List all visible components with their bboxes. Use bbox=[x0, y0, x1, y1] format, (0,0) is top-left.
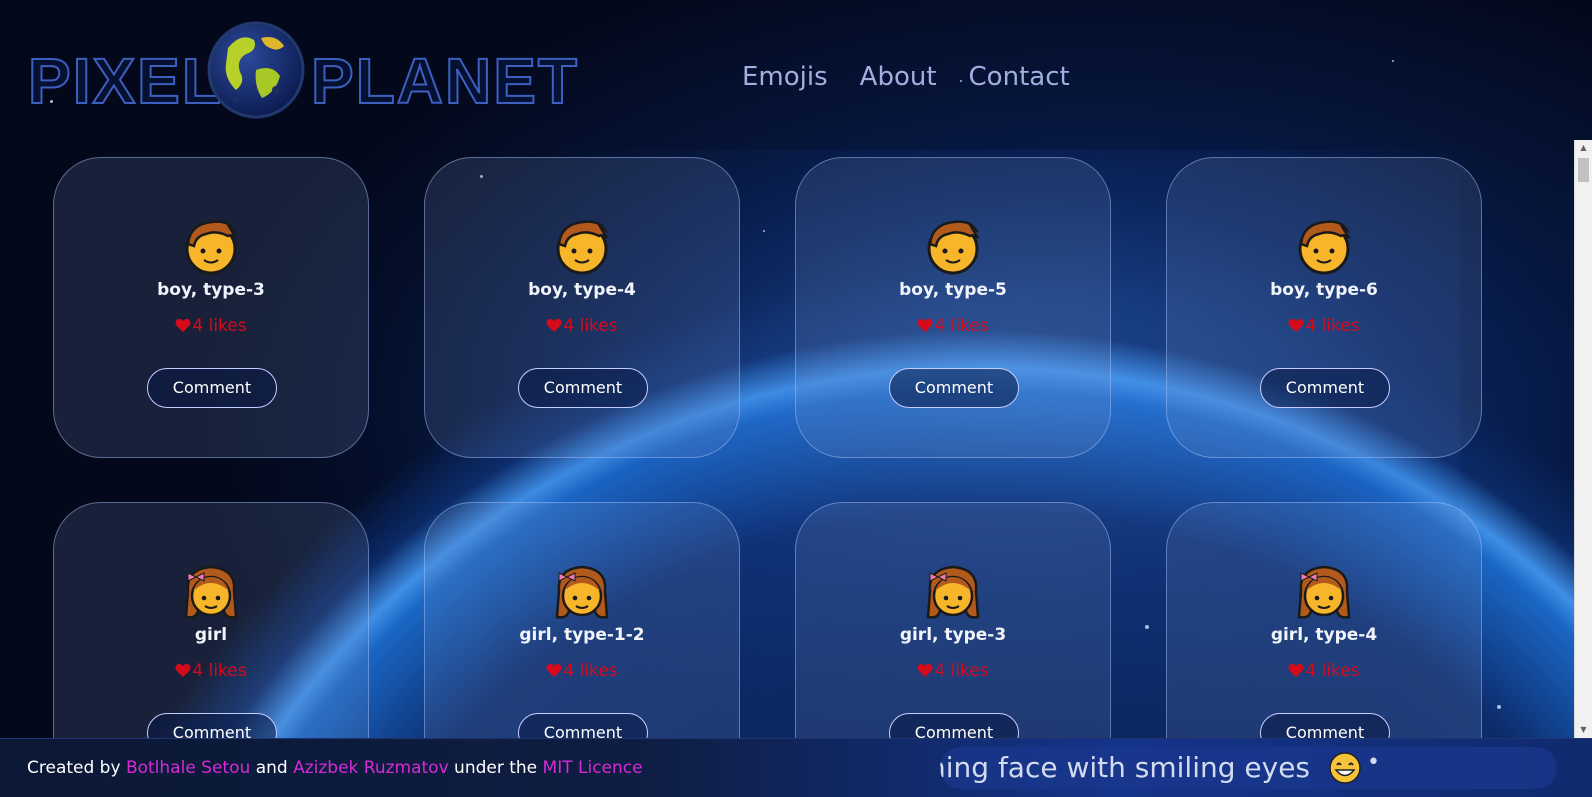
likes-count[interactable]: 4 likes bbox=[796, 316, 1110, 336]
likes-count[interactable]: 4 likes bbox=[796, 661, 1110, 681]
girl-emoji-icon bbox=[425, 561, 739, 621]
main-nav: Emojis About Contact bbox=[742, 62, 1070, 92]
comment-button[interactable]: Comment bbox=[518, 368, 648, 408]
heart-icon[interactable] bbox=[546, 316, 563, 336]
credits-text: under the bbox=[454, 758, 538, 778]
comment-button[interactable]: Comment bbox=[147, 368, 277, 408]
emoji-card: boy, type-3 4 likes Comment bbox=[53, 157, 369, 458]
ticker-text: ning face with smiling eyes bbox=[940, 751, 1311, 784]
emoji-name: girl bbox=[194, 625, 228, 645]
likes-label: 4 likes bbox=[563, 316, 618, 336]
grinning-face-icon bbox=[1329, 752, 1361, 784]
emoji-name: girl, type-4 bbox=[1270, 625, 1378, 645]
credits: Created by Botlhale Setou and Azizbek Ru… bbox=[27, 758, 643, 778]
comment-button[interactable]: Comment bbox=[889, 713, 1019, 738]
emoji-ticker: ning face with smiling eyes • bbox=[940, 747, 1557, 789]
boy-emoji-icon bbox=[425, 216, 739, 276]
heart-icon[interactable] bbox=[175, 661, 192, 681]
comment-button[interactable]: Comment bbox=[1260, 713, 1390, 738]
likes-label: 4 likes bbox=[192, 316, 247, 336]
author-link-2[interactable]: Azizbek Ruzmatov bbox=[293, 758, 449, 778]
emoji-name: girl, type-1-2 bbox=[519, 625, 645, 645]
site-footer: Created by Botlhale Setou and Azizbek Ru… bbox=[0, 738, 1592, 797]
likes-count[interactable]: 4 likes bbox=[54, 316, 368, 336]
globe-icon bbox=[207, 21, 305, 119]
likes-label: 4 likes bbox=[563, 661, 618, 681]
likes-count[interactable]: 4 likes bbox=[425, 316, 739, 336]
credits-text: Created by bbox=[27, 758, 121, 778]
comment-button[interactable]: Comment bbox=[889, 368, 1019, 408]
heart-icon[interactable] bbox=[546, 661, 563, 681]
emoji-name: boy, type-5 bbox=[899, 280, 1007, 300]
scroll-up-arrow-icon[interactable]: ▲ bbox=[1575, 140, 1592, 156]
likes-label: 4 likes bbox=[934, 661, 989, 681]
emoji-card: boy, type-6 4 likes Comment bbox=[1166, 157, 1482, 458]
heart-icon[interactable] bbox=[1288, 316, 1305, 336]
emoji-card: girl, type-3 4 likes Comment bbox=[795, 502, 1111, 738]
emoji-name: boy, type-6 bbox=[1270, 280, 1378, 300]
girl-emoji-icon bbox=[54, 561, 368, 621]
scroll-down-arrow-icon[interactable]: ▼ bbox=[1575, 722, 1592, 738]
girl-emoji-icon bbox=[1167, 561, 1481, 621]
emoji-card: girl, type-1-2 4 likes Comment bbox=[424, 502, 740, 738]
pixel-planet-logo[interactable]: PIXEL PLANET bbox=[26, 20, 579, 120]
emoji-name: girl, type-3 bbox=[899, 625, 1007, 645]
likes-label: 4 likes bbox=[1305, 316, 1360, 336]
likes-count[interactable]: 4 likes bbox=[54, 661, 368, 681]
scrollbar[interactable]: ▲ ▼ bbox=[1574, 140, 1592, 738]
emoji-name: boy, type-3 bbox=[157, 280, 265, 300]
author-link-1[interactable]: Botlhale Setou bbox=[126, 758, 250, 778]
logo-text-right: PLANET bbox=[310, 44, 579, 118]
comment-button[interactable]: Comment bbox=[518, 713, 648, 738]
heart-icon[interactable] bbox=[1288, 661, 1305, 681]
logo-text-left: PIXEL bbox=[27, 44, 223, 118]
emoji-card: girl 4 likes Comment bbox=[53, 502, 369, 738]
comment-button[interactable]: Comment bbox=[147, 713, 277, 738]
heart-icon[interactable] bbox=[917, 661, 934, 681]
heart-icon[interactable] bbox=[175, 316, 192, 336]
ticker-separator: • bbox=[1367, 750, 1380, 775]
likes-count[interactable]: 4 likes bbox=[1167, 316, 1481, 336]
licence-link[interactable]: MIT Licence bbox=[543, 758, 643, 778]
emoji-card: boy, type-5 4 likes Comment bbox=[795, 157, 1111, 458]
emoji-grid: boy, type-3 4 likes Comment boy, type-4 4 li… bbox=[0, 150, 1574, 738]
likes-count[interactable]: 4 likes bbox=[425, 661, 739, 681]
emoji-card: boy, type-4 4 likes Comment bbox=[424, 157, 740, 458]
boy-emoji-icon bbox=[1167, 216, 1481, 276]
nav-about[interactable]: About bbox=[860, 62, 937, 92]
emoji-card: girl, type-4 4 likes Comment bbox=[1166, 502, 1482, 738]
girl-emoji-icon bbox=[796, 561, 1110, 621]
boy-emoji-icon bbox=[796, 216, 1110, 276]
likes-label: 4 likes bbox=[192, 661, 247, 681]
nav-emojis[interactable]: Emojis bbox=[742, 62, 828, 92]
site-header: PIXEL PLANET Emojis About Contact bbox=[0, 0, 1592, 150]
nav-contact[interactable]: Contact bbox=[969, 62, 1070, 92]
emoji-name: boy, type-4 bbox=[528, 280, 636, 300]
comment-button[interactable]: Comment bbox=[1260, 368, 1390, 408]
likes-label: 4 likes bbox=[934, 316, 989, 336]
likes-count[interactable]: 4 likes bbox=[1167, 661, 1481, 681]
credits-text: and bbox=[255, 758, 288, 778]
scroll-thumb[interactable] bbox=[1578, 158, 1589, 182]
likes-label: 4 likes bbox=[1305, 661, 1360, 681]
boy-emoji-icon bbox=[54, 216, 368, 276]
heart-icon[interactable] bbox=[917, 316, 934, 336]
